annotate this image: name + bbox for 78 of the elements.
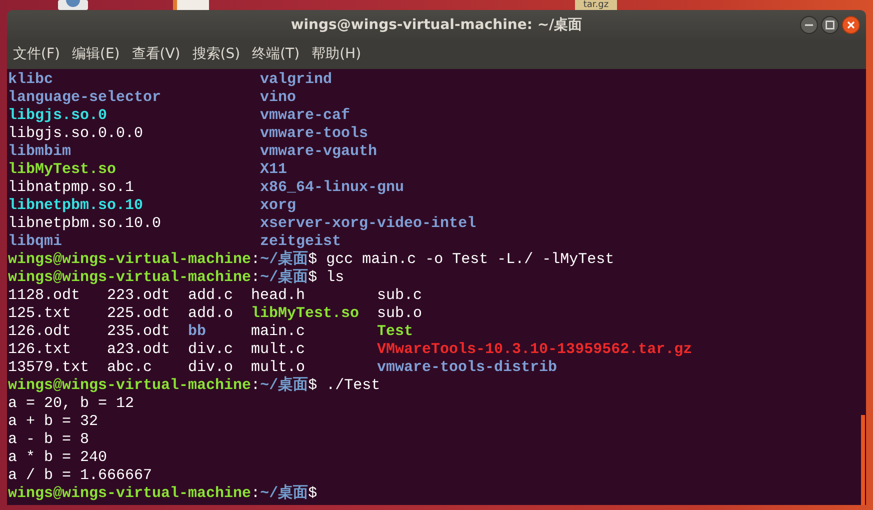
file-name: add.o [188, 305, 234, 323]
output-line: a - b = 8 [8, 431, 90, 449]
prompt-user: wings@wings-virtual-machine [8, 269, 252, 287]
minimize-icon[interactable] [800, 16, 818, 34]
menu-item[interactable]: 搜索(S) [192, 45, 240, 64]
output-line: a = 20, b = 12 [8, 395, 134, 413]
file-name: 125.txt [8, 305, 72, 323]
file-name: a23.odt [107, 341, 170, 359]
directory-name: x86_64-linux-gnu [260, 179, 404, 197]
file-name: mult.c [251, 341, 306, 359]
output-line: a + b = 32 [8, 413, 98, 431]
file-name: libnetpbm.so.10.0 [8, 215, 162, 233]
directory-name: klibc [8, 71, 54, 89]
directory-name: vino [260, 89, 296, 107]
directory-name: vmware-tools [260, 125, 368, 143]
prompt-user: wings@wings-virtual-machine [8, 377, 252, 395]
archive-name: VMwareTools-10.3.10-13959562.tar.gz [377, 341, 692, 359]
file-name: sub.o [377, 305, 422, 323]
directory-name: valgrind [260, 71, 332, 89]
file-name: 126.odt [8, 323, 72, 341]
directory-name: X11 [260, 161, 288, 179]
menu-item[interactable]: 终端(T) [252, 45, 300, 64]
file-name: div.c [188, 341, 234, 359]
file-name: 235.odt [107, 323, 170, 341]
close-icon[interactable] [842, 16, 860, 34]
menu-item[interactable]: 编辑(E) [72, 45, 120, 64]
prompt-path: ~/桌面 [260, 485, 308, 503]
directory-name: vmware-caf [260, 107, 350, 125]
file-name: main.c [251, 323, 306, 341]
command-text: $ ./Test [308, 377, 380, 395]
link-name: libnetpbm.so.10 [8, 197, 144, 215]
directory-name: vmware-vgauth [260, 143, 378, 161]
prompt-user: wings@wings-virtual-machine [8, 485, 252, 503]
file-name: add.c [188, 287, 234, 305]
menu-item[interactable]: 查看(V) [132, 45, 180, 64]
file-name: abc.c [107, 359, 152, 377]
file-name: sub.c [377, 287, 422, 305]
output-line: a * b = 240 [8, 449, 108, 467]
file-name: head.h [251, 287, 306, 305]
executable-name: libMyTest.so [8, 161, 116, 179]
file-name: 126.txt [8, 341, 72, 359]
directory-name: libqmi [8, 233, 62, 251]
archive-icon[interactable]: tar.gz [575, 0, 617, 10]
file-name: libgjs.so.0.0.0 [8, 125, 144, 143]
file-name: 13579.txt [8, 359, 90, 377]
executable-name: Test [377, 323, 414, 341]
prompt-separator: : [251, 251, 260, 269]
directory-name: vmware-tools-distrib [377, 359, 558, 377]
file-name: div.o [188, 359, 234, 377]
maximize-icon[interactable] [821, 16, 839, 34]
command-text: $ ls [308, 269, 344, 287]
prompt-separator: : [251, 485, 260, 503]
prompt-path: ~/桌面 [260, 251, 308, 268]
command-text: $ gcc main.c -o Test -L./ -lMyTest [308, 251, 614, 269]
scrollbar[interactable] [861, 415, 865, 505]
file-name: 223.odt [107, 287, 170, 305]
file-name: mult.o [251, 359, 306, 376]
directory-name: xorg [260, 197, 296, 215]
output-line: a / b = 1.666667 [8, 467, 152, 485]
command-text: $ [308, 485, 318, 503]
file-name: 225.odt [107, 305, 170, 323]
prompt-separator: : [251, 269, 260, 287]
directory-name: bb [188, 323, 206, 341]
menu-item[interactable]: 文件(F) [13, 45, 60, 64]
prompt-separator: : [251, 377, 260, 395]
directory-name: zeitgeist [260, 233, 342, 250]
executable-name: libMyTest.so [251, 305, 360, 323]
directory-name: libmbim [8, 143, 72, 161]
file-name: 1128.odt [8, 287, 80, 305]
prompt-path: ~/桌面 [260, 269, 308, 287]
link-name: libgjs.so.0 [8, 107, 108, 125]
window-title: wings@wings-virtual-machine: ~/桌面 [290, 16, 582, 34]
directory-name: language-selector [8, 89, 162, 107]
directory-name: xserver-xorg-video-intel [260, 215, 476, 233]
prompt-user: wings@wings-virtual-machine [8, 251, 252, 269]
prompt-path: ~/桌面 [260, 377, 308, 395]
menu-item[interactable]: 帮助(H) [312, 45, 362, 64]
file-name: libnatpmp.so.1 [8, 179, 134, 197]
